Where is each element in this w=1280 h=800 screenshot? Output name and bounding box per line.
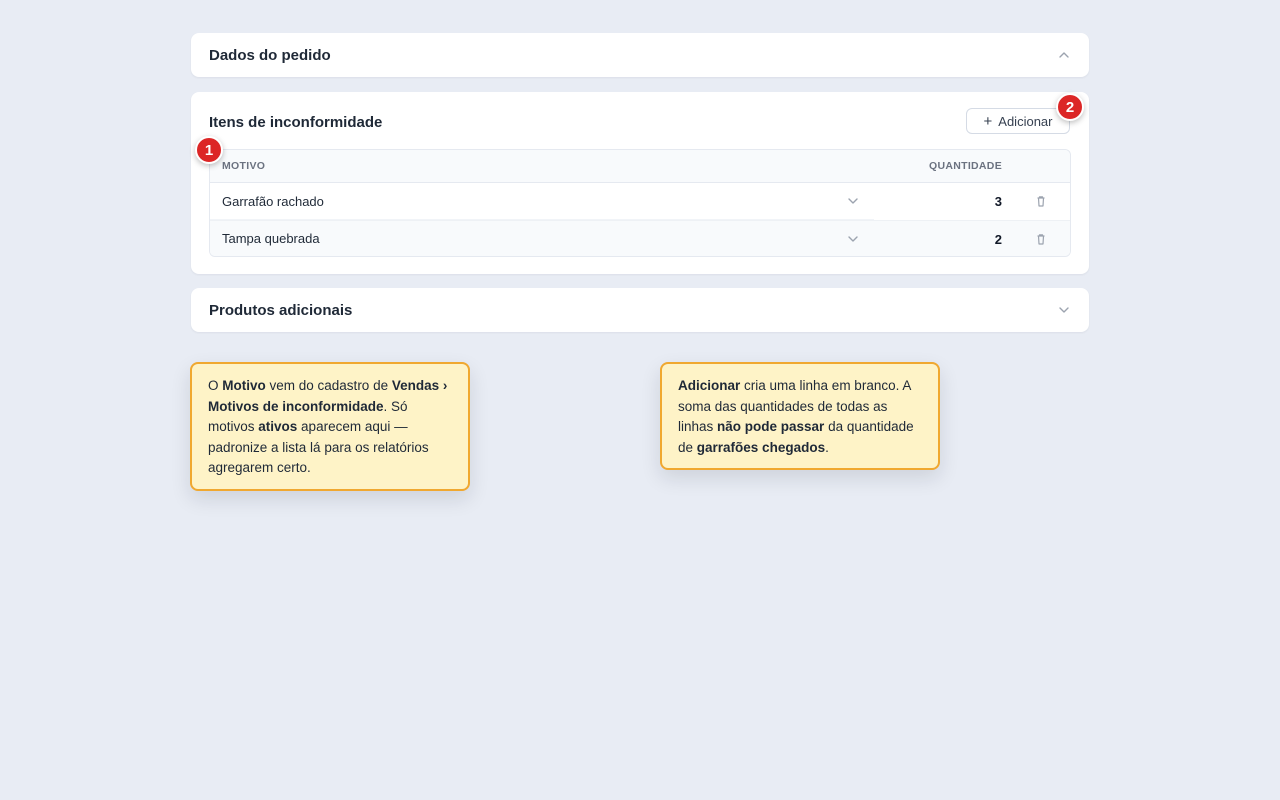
motivo-select[interactable]: Garrafão rachado <box>210 183 874 220</box>
plus-icon: + <box>983 112 993 130</box>
motivo-value: Garrafão rachado <box>222 193 324 209</box>
note-bold: Motivo <box>222 378 266 393</box>
section-produtos-adicionais: Produtos adicionais <box>191 288 1089 332</box>
trash-icon[interactable] <box>1034 232 1048 246</box>
inconformidade-table: MOTIVO QUANTIDADE Garrafão rachado 3 Tam… <box>209 149 1071 257</box>
note-text: O <box>208 378 223 393</box>
section-itens-inconformidade: Itens de inconformidade + Adicionar MOTI… <box>191 92 1089 274</box>
note-text: . <box>825 439 829 455</box>
section-produtos-header[interactable]: Produtos adicionais <box>191 288 1089 332</box>
step-badge-2: 2 <box>1056 93 1084 121</box>
column-header-quantidade: QUANTIDADE <box>929 160 1002 172</box>
callout-note-2: Adicionar cria uma linha em branco. A so… <box>660 362 940 470</box>
quantidade-input[interactable]: 3 <box>874 194 1002 209</box>
motivo-value: Tampa quebrada <box>222 231 320 246</box>
section-itens-header: Itens de inconformidade <box>191 92 1089 150</box>
section-dados-pedido: Dados do pedido <box>191 33 1089 77</box>
note-bold: garrafões chegados <box>696 439 826 455</box>
quantidade-input[interactable]: 2 <box>874 232 1002 247</box>
note-bold: ativos <box>258 419 298 434</box>
trash-icon[interactable] <box>1034 194 1048 208</box>
note-text: vem do cadastro de <box>265 378 392 393</box>
step-badge-1: 1 <box>195 136 223 164</box>
table-header: MOTIVO QUANTIDADE <box>210 150 1070 183</box>
chevron-down-icon <box>848 235 858 242</box>
section-title: Dados do pedido <box>209 46 331 64</box>
note-bold: não pode passar <box>717 419 825 434</box>
table-row: Garrafão rachado 3 <box>210 183 1070 220</box>
section-title: Itens de inconformidade <box>209 113 383 131</box>
section-title: Produtos adicionais <box>209 301 353 319</box>
column-header-motivo: MOTIVO <box>222 160 266 172</box>
section-dados-pedido-header[interactable]: Dados do pedido <box>191 33 1089 77</box>
chevron-up-icon[interactable] <box>1057 48 1071 62</box>
callout-note-1: O Motivo vem do cadastro de Vendas › Mot… <box>190 362 470 491</box>
table-row: Tampa quebrada 2 <box>210 220 1070 256</box>
add-button-label: Adicionar <box>998 113 1053 129</box>
add-button[interactable]: + Adicionar <box>966 108 1070 134</box>
chevron-down-icon <box>848 198 858 204</box>
motivo-select[interactable]: Tampa quebrada <box>210 221 874 256</box>
note-bold: Adicionar <box>678 378 741 393</box>
chevron-down-icon[interactable] <box>1057 303 1071 317</box>
